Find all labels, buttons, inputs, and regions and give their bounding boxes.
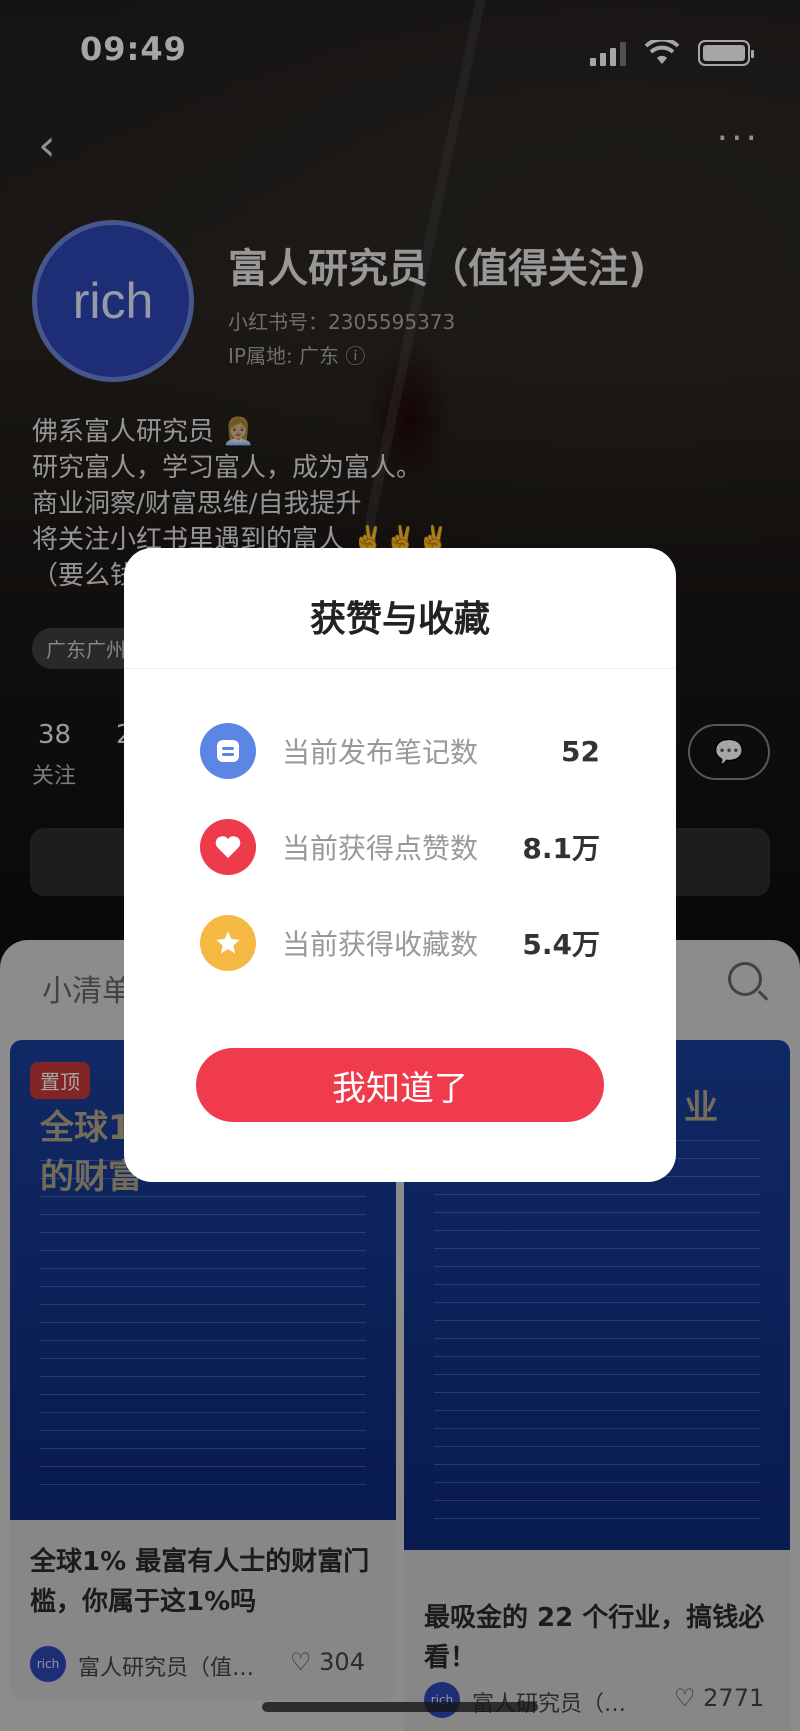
stat-value: 52 <box>561 734 600 768</box>
stat-label: 当前获得收藏数 <box>282 928 479 961</box>
dialog-divider <box>124 668 676 669</box>
likes-collects-dialog: 获赞与收藏 当前发布笔记数 52 当前获得点赞数 8.1万 当前获得收藏数 5.… <box>124 548 676 1182</box>
star-icon <box>200 915 256 971</box>
stat-row-notes: 当前发布笔记数 52 <box>200 723 600 779</box>
stat-row-likes: 当前获得点赞数 8.1万 <box>200 819 600 875</box>
stat-row-collects: 当前获得收藏数 5.4万 <box>200 915 600 971</box>
stat-label: 当前发布笔记数 <box>282 736 479 769</box>
dialog-title: 获赞与收藏 <box>309 599 490 640</box>
stat-label: 当前获得点赞数 <box>282 832 479 865</box>
stat-value: 8.1万 <box>522 832 600 865</box>
got-it-button[interactable]: 我知道了 <box>196 1048 604 1122</box>
stat-value: 5.4万 <box>522 928 600 961</box>
note-icon <box>200 723 256 779</box>
heart-icon <box>200 819 256 875</box>
